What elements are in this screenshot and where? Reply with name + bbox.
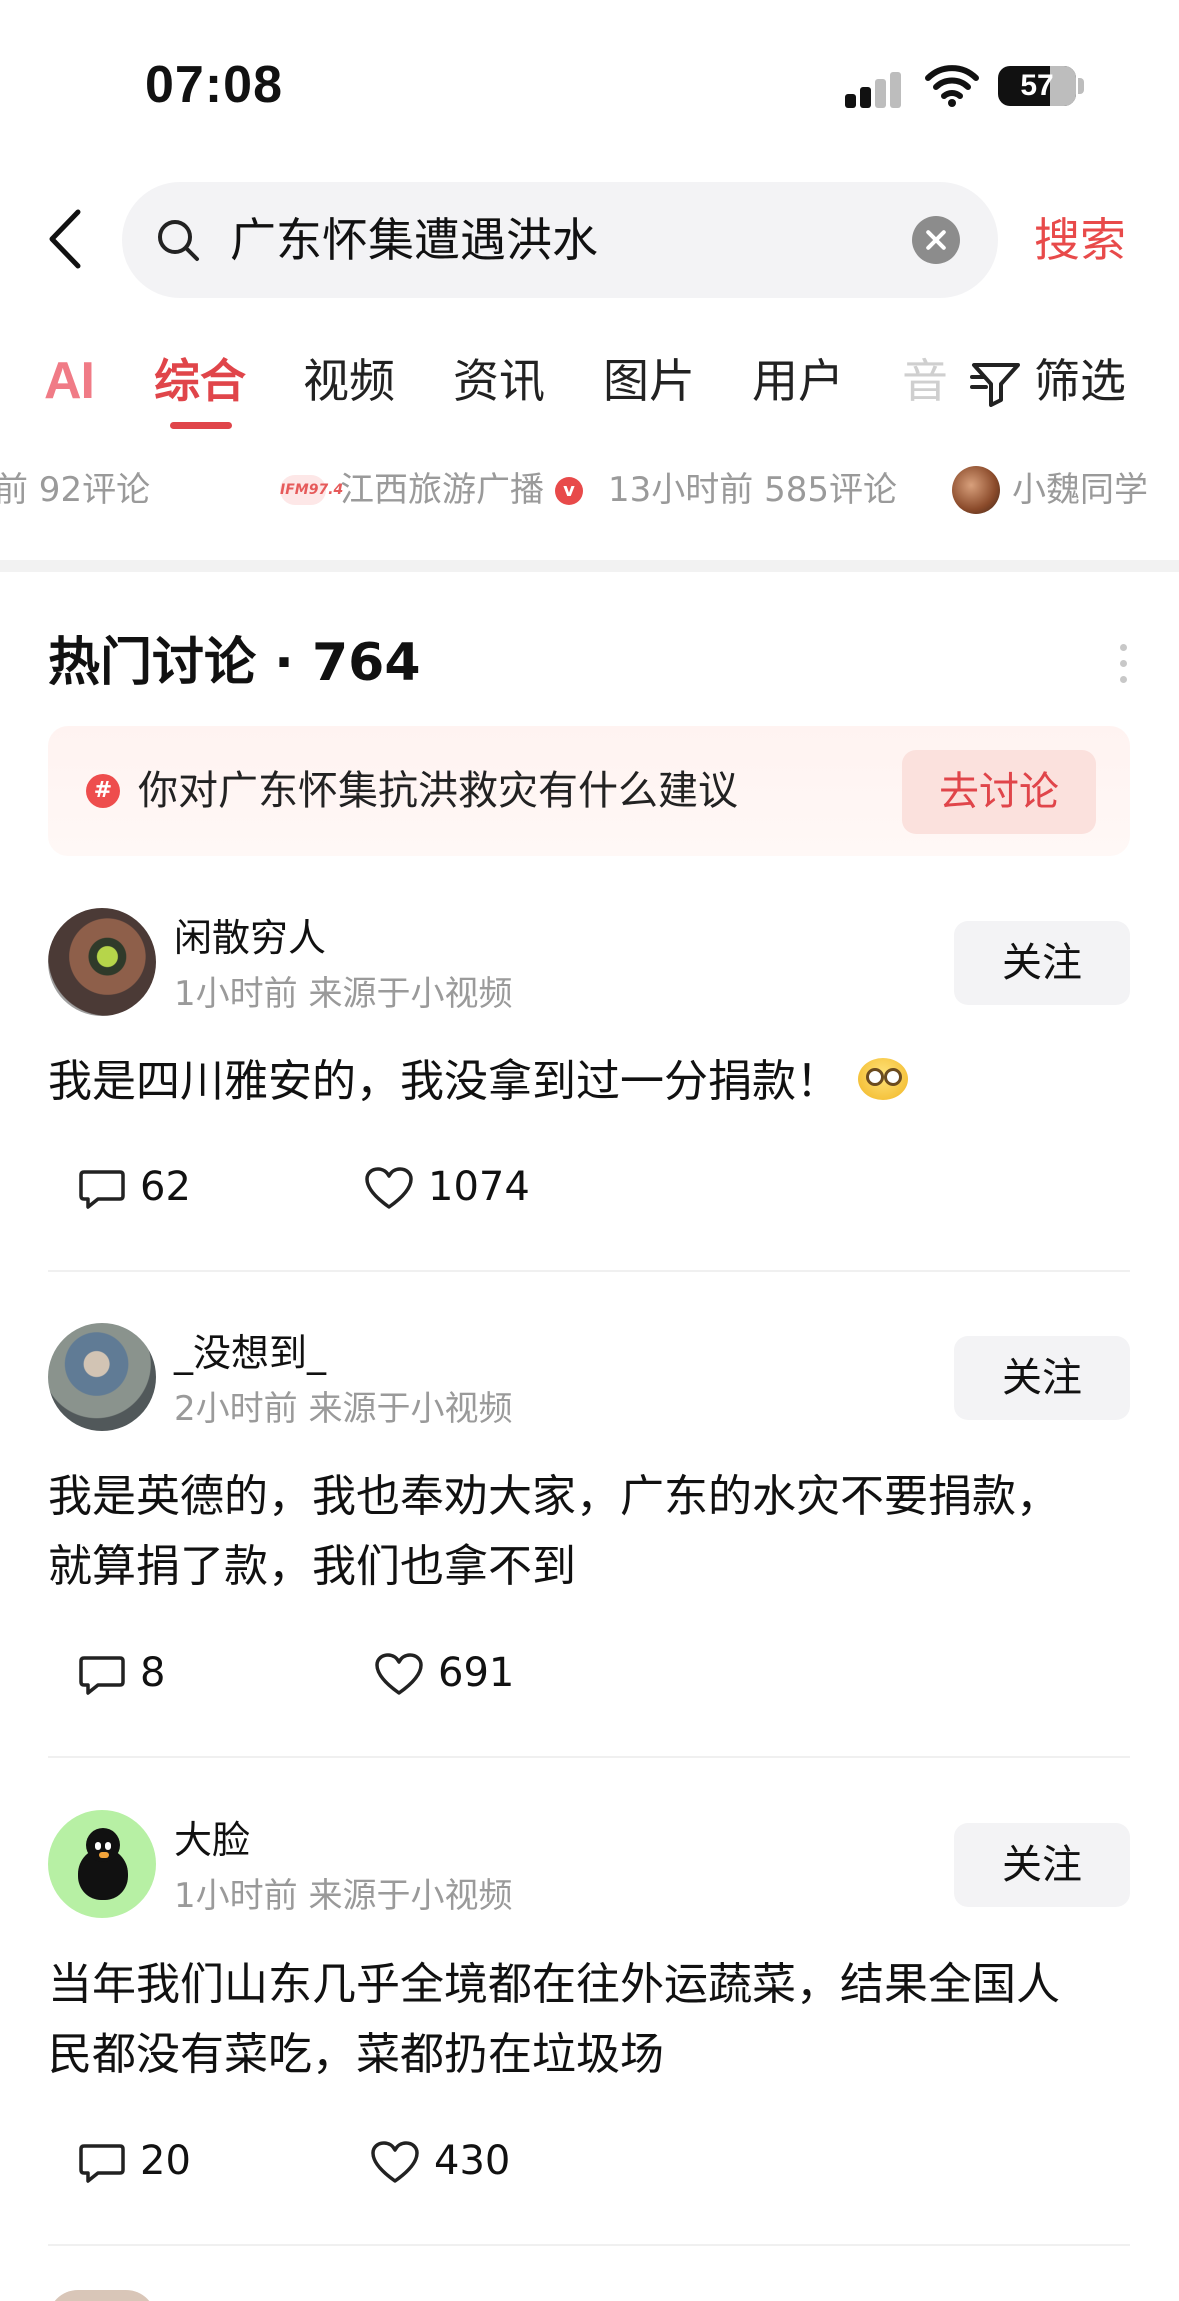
source-item-2-meta: 13小时前 585评论 [608,470,897,510]
search-icon [158,220,199,261]
search-query-text[interactable]: 广东怀集遭遇洪水 [230,210,598,270]
clear-icon[interactable] [912,216,960,264]
post-divider [48,1270,1130,1272]
like-count[interactable]: 1074 [428,1162,530,1212]
sources-strip: 前 92评论 IFM97.4 江西旅游广播 v 13小时前 585评论 小魏同学 [0,455,1179,525]
like-icon[interactable] [370,2140,420,2184]
post-meta: 1小时前 来源于小视频 [174,1876,513,1916]
comment-icon[interactable] [78,1168,126,1210]
comment-count[interactable]: 62 [140,1162,191,1212]
ifm-logo: IFM97.4 [280,475,343,505]
category-tabs: AI 综合 视频 资讯 图片 用户 音 筛选 [0,345,1179,445]
post-content-line: 就算捐了款，我们也拿不到 [48,1541,576,1592]
filter-label: 筛选 [1034,354,1126,408]
post-meta: 1小时前 来源于小视频 [174,974,513,1014]
search-input[interactable]: 广东怀集遭遇洪水 [122,182,998,298]
post-content-line: 当年我们山东几乎全境都在往外运蔬菜，结果全国人 [48,1959,1060,2010]
source-avatar [952,466,1000,514]
cellular-signal-icon [845,72,903,108]
search-button[interactable]: 搜索 [1034,210,1126,270]
tab-video[interactable]: 视频 [303,351,395,411]
active-tab-indicator [170,422,232,429]
battery-tip [1078,78,1084,94]
post-content-line: 我是英德的，我也奉劝大家，广东的水灾不要捐款， [48,1471,1060,1522]
comment-count[interactable]: 8 [140,1648,165,1698]
follow-button[interactable]: 关注 [954,1336,1130,1420]
tab-news[interactable]: 资讯 [453,351,545,411]
post-content-text: 我是四川雅安的，我没拿到过一分捐款！ [48,1056,840,1107]
like-count[interactable]: 691 [438,1648,514,1698]
emoji-icon [858,1058,908,1100]
wifi-icon [925,65,979,107]
post-content: 我是英德的，我也奉劝大家，广东的水灾不要捐款， 就算捐了款，我们也拿不到 [48,1462,1138,1602]
tab-images[interactable]: 图片 [603,351,695,411]
source-item-1-meta[interactable]: 前 92评论 [0,455,150,525]
avatar[interactable] [48,1323,156,1431]
follow-button[interactable]: 关注 [954,1823,1130,1907]
post-content: 我是四川雅安的，我没拿到过一分捐款！ [48,1047,1138,1117]
comment-icon[interactable] [78,1654,126,1696]
battery-level: 57 [1020,69,1054,102]
go-discuss-button[interactable]: 去讨论 [902,750,1096,834]
source-item-3-name[interactable]: 小魏同学 [1012,455,1148,525]
post-username[interactable]: 闲散穷人 [174,913,326,963]
post-username[interactable]: 大脸 [174,1815,250,1865]
comment-count[interactable]: 20 [140,2136,191,2186]
verified-icon: v [555,477,583,505]
like-icon[interactable] [364,1166,414,1210]
avatar[interactable] [48,1810,156,1918]
section-divider [0,560,1179,572]
like-icon[interactable] [374,1652,424,1696]
like-count[interactable]: 430 [434,2136,510,2186]
post-divider [48,1756,1130,1758]
more-icon[interactable] [1118,640,1128,688]
battery-icon: 57 [998,66,1076,106]
hot-discussion-title: 热门讨论 · 764 [48,633,421,693]
next-post-avatar [48,2290,156,2301]
status-time: 07:08 [145,56,283,114]
post-username[interactable]: _没想到_ [174,1328,326,1378]
discussion-suggest-card[interactable]: # 你对广东怀集抗洪救灾有什么建议 去讨论 [48,726,1130,856]
avatar[interactable] [48,908,156,1016]
tab-music[interactable]: 音 [902,351,948,411]
tab-ai[interactable]: AI [44,351,95,411]
tab-users[interactable]: 用户 [752,351,844,411]
duck-avatar-icon [78,1828,128,1900]
filter-button[interactable]: 筛选 [956,345,1179,445]
back-icon[interactable] [44,208,88,270]
filter-icon [970,363,1020,407]
post-meta: 2小时前 来源于小视频 [174,1389,513,1429]
follow-button[interactable]: 关注 [954,921,1130,1005]
post-content-line: 民都没有菜吃，菜都扔在垃圾场 [48,2029,664,2080]
topic-icon: # [86,774,120,808]
post-divider [48,2244,1130,2246]
comment-icon[interactable] [78,2142,126,2184]
suggest-text: 你对广东怀集抗洪救灾有什么建议 [138,768,738,814]
tab-comprehensive[interactable]: 综合 [154,351,246,411]
post-content: 当年我们山东几乎全境都在往外运蔬菜，结果全国人 民都没有菜吃，菜都扔在垃圾场 [48,1950,1138,2090]
status-bar: 07:08 57 [0,0,1179,150]
source-item-2-name[interactable]: 江西旅游广播 [340,455,544,525]
